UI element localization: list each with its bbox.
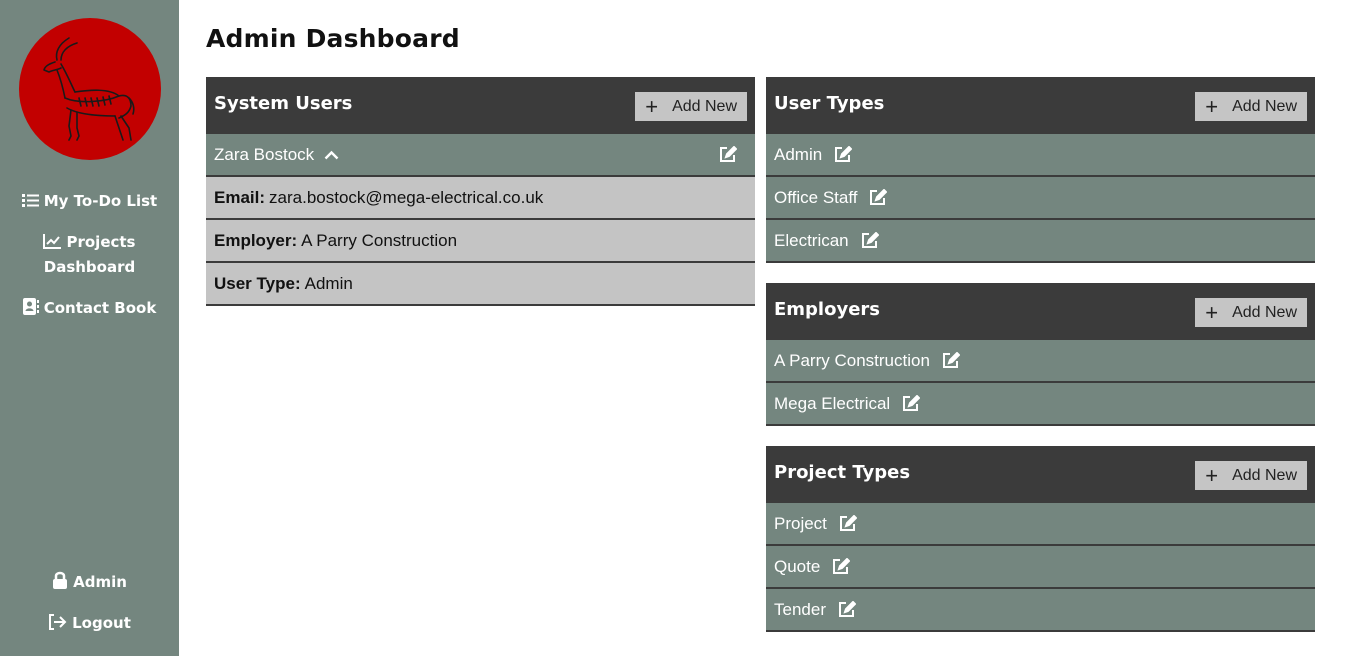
user-types-title: User Types	[774, 93, 885, 114]
nav-contact-label: Contact Book	[43, 299, 157, 317]
system-users-header: System Users + Add New	[206, 77, 755, 134]
address-book-icon	[22, 298, 39, 315]
list-item[interactable]: Project	[766, 503, 1315, 546]
nav-dashboard-label: Dashboard	[43, 258, 136, 276]
list-item[interactable]: Electrican	[766, 220, 1315, 263]
add-project-type-button[interactable]: + Add New	[1195, 461, 1307, 490]
project-type-name: Tender	[774, 599, 826, 619]
list-item[interactable]: Tender	[766, 589, 1315, 632]
nav-todo-label: My To-Do List	[43, 192, 158, 210]
add-employer-label: Add New	[1232, 303, 1297, 321]
employer-name: A Parry Construction	[774, 350, 930, 370]
list-item[interactable]: Quote	[766, 546, 1315, 589]
user-type-value: Admin	[304, 273, 353, 293]
list-item[interactable]: A Parry Construction	[766, 340, 1315, 383]
main-content: Admin Dashboard System Users + Add New Z…	[179, 0, 1349, 656]
nav-admin-label: Admin	[73, 573, 127, 591]
employer-label: Employer:	[214, 230, 298, 250]
chevron-up-icon[interactable]	[324, 145, 339, 165]
edit-icon[interactable]	[839, 515, 857, 532]
plus-icon: +	[1205, 462, 1219, 488]
user-types-panel: User Types + Add New Admin Office Staff …	[766, 77, 1315, 263]
edit-icon[interactable]	[902, 395, 921, 412]
employers-header: Employers + Add New	[766, 283, 1315, 340]
chart-line-icon	[43, 234, 62, 249]
add-user-button[interactable]: + Add New	[635, 92, 747, 121]
user-type-label: User Type:	[214, 273, 301, 293]
antelope-logo[interactable]	[19, 18, 161, 160]
nav-projects-label: Projects	[66, 233, 136, 251]
plus-icon: +	[1205, 93, 1219, 119]
user-types-header: User Types + Add New	[766, 77, 1315, 134]
lock-icon	[52, 571, 68, 589]
user-type-name: Office Staff	[774, 187, 858, 207]
user-type-name: Electrican	[774, 230, 849, 250]
user-type-row: User Type: Admin	[206, 263, 755, 306]
user-email-row: Email: zara.bostock@mega-electrical.co.u…	[206, 177, 755, 220]
nav-todo-list[interactable]: My To-Do List	[0, 189, 179, 214]
edit-icon[interactable]	[719, 145, 738, 168]
add-user-type-button[interactable]: + Add New	[1195, 92, 1307, 121]
list-icon	[21, 193, 39, 208]
list-item[interactable]: Office Staff	[766, 177, 1315, 220]
list-item[interactable]: Mega Electrical	[766, 383, 1315, 426]
edit-icon[interactable]	[861, 232, 879, 249]
nav-admin[interactable]: Admin	[0, 570, 179, 595]
plus-icon: +	[645, 93, 659, 119]
employer-value: A Parry Construction	[301, 230, 458, 250]
email-value: zara.bostock@mega-electrical.co.uk	[269, 187, 544, 207]
sidebar: My To-Do List Projects Dashboard Contact…	[0, 0, 179, 656]
user-employer-row: Employer: A Parry Construction	[206, 220, 755, 263]
edit-icon[interactable]	[942, 352, 960, 369]
project-types-panel: Project Types + Add New Project Quote Te…	[766, 446, 1315, 632]
edit-icon[interactable]	[869, 189, 888, 206]
nav-logout-label: Logout	[72, 614, 131, 632]
nav-logout[interactable]: Logout	[0, 611, 179, 636]
edit-icon[interactable]	[834, 146, 853, 163]
project-type-name: Project	[774, 513, 827, 533]
project-types-header: Project Types + Add New	[766, 446, 1315, 503]
user-row-selected[interactable]: Zara Bostock	[206, 134, 755, 177]
system-users-title: System Users	[214, 93, 353, 114]
add-user-type-label: Add New	[1232, 97, 1297, 115]
edit-icon[interactable]	[832, 558, 851, 575]
project-types-title: Project Types	[774, 462, 911, 483]
nav-contact-book[interactable]: Contact Book	[0, 296, 179, 321]
plus-icon: +	[1205, 299, 1219, 325]
add-user-label: Add New	[672, 97, 737, 115]
employer-name: Mega Electrical	[774, 393, 891, 413]
employers-title: Employers	[774, 299, 881, 320]
edit-icon[interactable]	[838, 601, 856, 618]
system-users-panel: System Users + Add New Zara Bostock Emai…	[206, 77, 755, 306]
antelope-icon	[43, 37, 135, 141]
employers-panel: Employers + Add New A Parry Construction…	[766, 283, 1315, 426]
user-type-name: Admin	[774, 144, 823, 164]
project-type-name: Quote	[774, 556, 821, 576]
add-employer-button[interactable]: + Add New	[1195, 298, 1307, 327]
user-name: Zara Bostock	[214, 144, 315, 164]
page-title: Admin Dashboard	[206, 24, 460, 53]
add-project-type-label: Add New	[1232, 466, 1297, 484]
email-label: Email:	[214, 187, 266, 207]
logout-icon	[48, 614, 67, 630]
list-item[interactable]: Admin	[766, 134, 1315, 177]
nav-projects-dashboard[interactable]: Projects Dashboard	[0, 230, 179, 280]
